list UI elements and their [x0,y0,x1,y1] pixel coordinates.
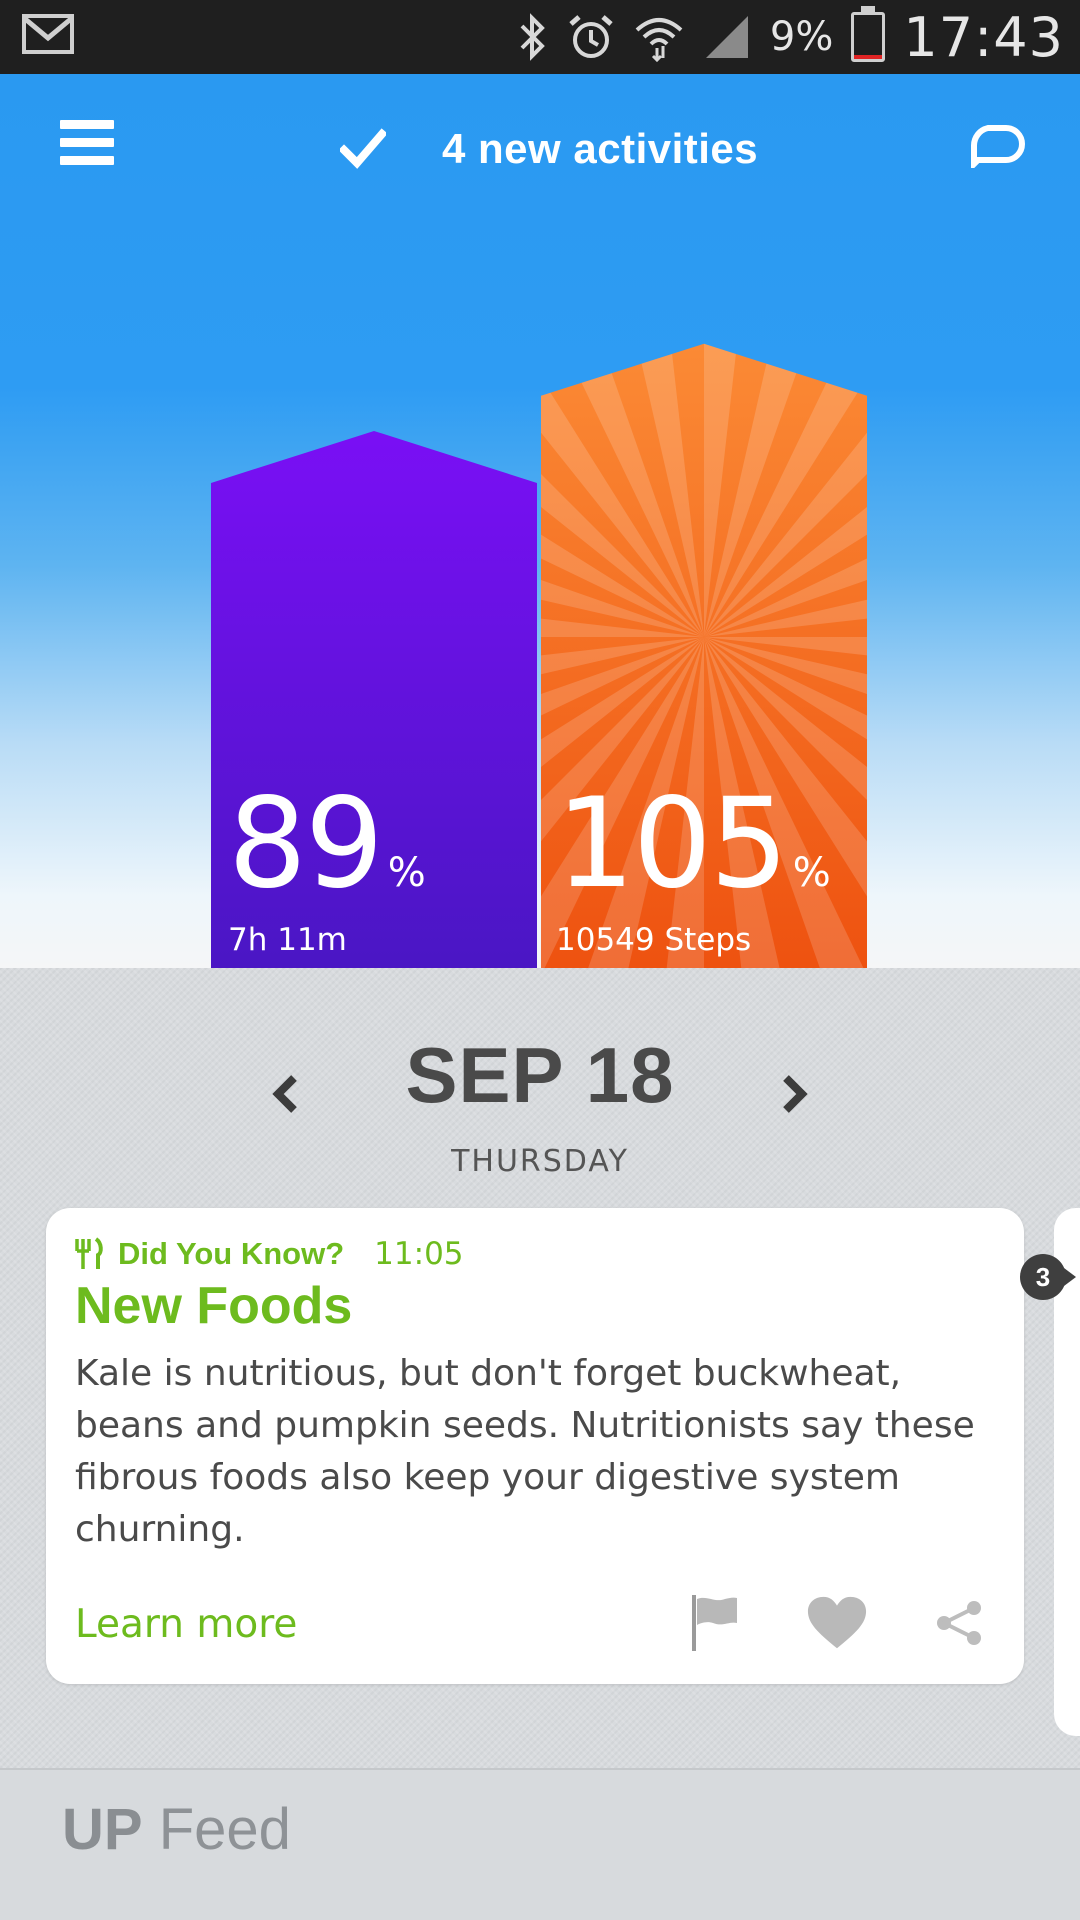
steps-percent-sign: % [792,850,831,896]
weekday-label: THURSDAY [451,1144,629,1179]
flag-button[interactable] [684,1592,746,1654]
like-button[interactable] [806,1592,868,1654]
date-navigator: SEP 18 THURSDAY [0,1030,1080,1179]
up-feed-bar[interactable]: UP Feed [0,1768,1080,1920]
up-feed-title-rest: Feed [158,1797,291,1862]
card-header: Did You Know? 11:05 [74,1230,464,1278]
learn-more-link[interactable]: Learn more [75,1602,297,1647]
card-title: New Foods [75,1277,353,1335]
flag-icon [692,1595,737,1651]
alarm-icon [569,15,613,58]
gmail-icon [22,14,74,54]
heart-icon [807,1596,867,1649]
battery-percent: 9% [769,14,834,60]
fork-knife-icon [75,1237,103,1269]
clock: 17:43 [903,5,1064,69]
up-feed-title-bold: UP [62,1797,143,1862]
sleep-duration: 7h 11m [228,922,347,958]
bluetooth-icon [520,13,545,61]
progress-bars [211,343,867,968]
card-time: 11:05 [374,1236,464,1272]
sleep-percent: 89 [228,772,384,916]
signal-icon [705,16,748,58]
steps-percent: 105 [556,772,789,916]
wifi-icon [635,18,683,62]
sleep-stats: 89% 7h 11m [228,782,426,958]
date-title: SEP 18 [405,1031,675,1119]
feed-card[interactable]: Did You Know? 11:05 New Foods Kale is nu… [46,1208,1024,1684]
card-category: Did You Know? [118,1236,345,1271]
feed-panel: SEP 18 THURSDAY Did You Know? 11:05 New … [0,968,1080,1920]
share-button[interactable] [928,1592,990,1654]
hero-panel: 4 new activities 89% 7h 11m 105% 10549 S… [0,74,1080,968]
card-actions [684,1592,990,1654]
battery-icon [851,6,886,62]
card-body: Kale is nutritious, but don't forget buc… [75,1353,975,1550]
steps-count: 10549 Steps [556,922,752,958]
share-icon [937,1601,981,1645]
comment-count-badge[interactable]: 3 [1020,1254,1076,1300]
steps-stats: 105% 10549 Steps [556,782,831,958]
sleep-percent-sign: % [387,850,426,896]
status-bar: 9% 17:43 [0,0,1080,74]
next-day-arrow-icon[interactable] [770,1066,818,1122]
up-feed-title: UP Feed [62,1796,291,1863]
